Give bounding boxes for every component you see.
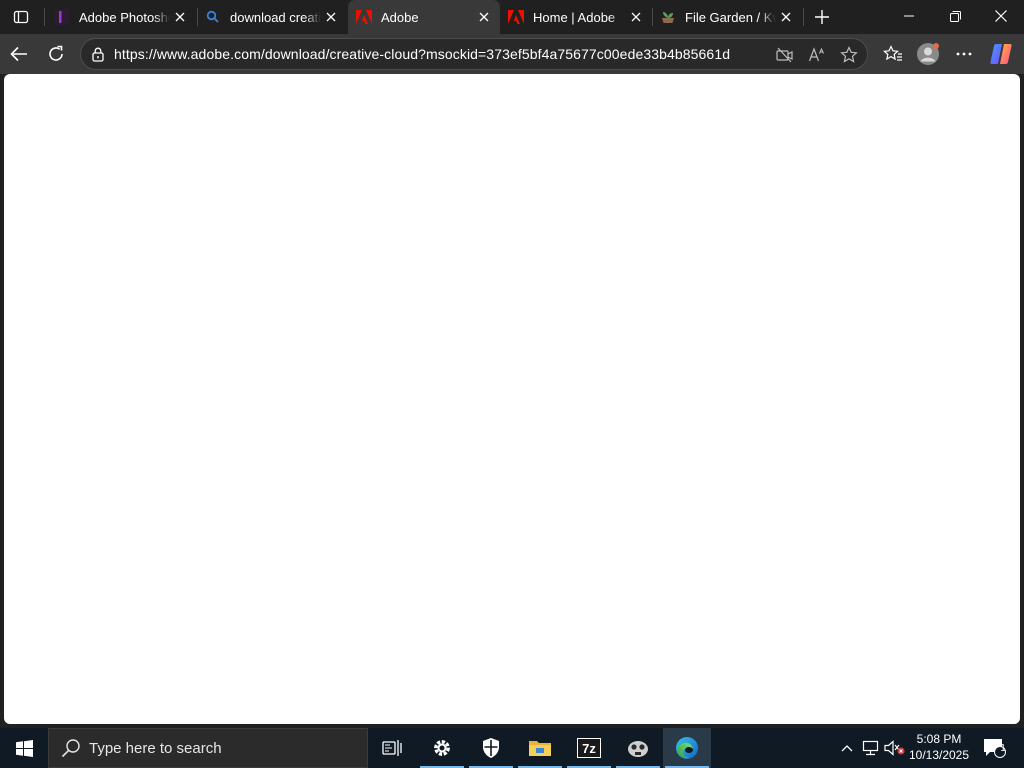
- file-garden-favicon-icon: [660, 9, 676, 25]
- read-aloud-icon[interactable]: [807, 45, 827, 65]
- search-icon: [61, 739, 80, 758]
- address-bar[interactable]: https://www.adobe.com/download/creative-…: [80, 38, 868, 70]
- 7zip-icon: 7z: [577, 738, 601, 758]
- copilot-icon: [990, 44, 1012, 64]
- more-dots-icon: [956, 52, 972, 56]
- close-icon: [781, 12, 791, 22]
- tab-close-button[interactable]: [626, 7, 646, 27]
- close-icon: [479, 12, 489, 22]
- new-tab-button[interactable]: [808, 5, 836, 29]
- avatar-icon: [917, 43, 939, 65]
- tab-title: Adobe: [381, 9, 419, 25]
- tab-adobe-active[interactable]: Adobe: [348, 0, 500, 34]
- system-clock[interactable]: 5:08 PM 10/13/2025: [906, 731, 972, 763]
- close-icon: [995, 10, 1007, 22]
- close-icon: [326, 12, 336, 22]
- tab-title: Home | Adobe: [533, 9, 616, 25]
- settings-app-button[interactable]: [418, 728, 466, 768]
- edge-icon: [676, 737, 698, 759]
- tab-title: download creative cloud: [230, 9, 321, 25]
- tab-home-adobe[interactable]: Home | Adobe: [500, 2, 652, 32]
- windows-security-icon: [483, 738, 499, 758]
- browser-toolbar: https://www.adobe.com/download/creative-…: [0, 34, 1024, 74]
- refresh-button[interactable]: [40, 38, 72, 70]
- tab-file-garden[interactable]: File Garden / Kvu: [652, 2, 802, 32]
- profile-button[interactable]: [912, 38, 944, 70]
- chevron-up-icon: [841, 745, 853, 752]
- 7zip-button[interactable]: 7z: [565, 728, 613, 768]
- settings-icon: [434, 740, 450, 756]
- search-favicon-icon: [205, 9, 221, 25]
- minimize-icon: [904, 15, 914, 17]
- network-button[interactable]: [860, 728, 882, 768]
- task-view-icon: [382, 740, 402, 756]
- taskbar: Type here to search 7z 5:08 PM 10/13/202…: [0, 728, 1024, 768]
- tab-adobe-photoshop[interactable]: Adobe Photoshop: [46, 2, 196, 32]
- task-view-button[interactable]: [368, 728, 416, 768]
- refresh-icon: [49, 45, 63, 61]
- windows-logo-icon: [15, 739, 33, 757]
- clock-time: 5:08 PM: [916, 732, 962, 746]
- minimize-button[interactable]: [886, 0, 932, 32]
- tab-close-button[interactable]: [474, 7, 494, 27]
- tab-separator: [44, 8, 45, 26]
- search-placeholder: Type here to search: [89, 739, 222, 757]
- tab-title: Adobe Photoshop: [79, 9, 170, 25]
- back-arrow-icon: [10, 46, 27, 62]
- volume-muted-icon: [884, 740, 905, 756]
- favorites-button[interactable]: [877, 38, 909, 70]
- notification-center-button[interactable]: 1: [978, 728, 1010, 768]
- sidebar-toggle-icon: [13, 10, 29, 24]
- svg-text:7z: 7z: [582, 741, 596, 756]
- tab-separator: [803, 8, 804, 26]
- close-icon: [631, 12, 641, 22]
- favorite-star-icon[interactable]: [839, 45, 859, 65]
- restore-button[interactable]: [932, 0, 978, 32]
- notification-count: 1: [1000, 743, 1006, 754]
- favorites-icon: [883, 45, 902, 61]
- show-hidden-icons-button[interactable]: [836, 728, 858, 768]
- file-explorer-icon: [529, 741, 551, 756]
- back-button[interactable]: [3, 38, 35, 70]
- photoshop-favicon-icon: [54, 9, 70, 25]
- plus-icon: [815, 10, 829, 24]
- taskbar-search-box[interactable]: Type here to search: [48, 728, 368, 768]
- start-button[interactable]: [0, 728, 48, 768]
- adobe-favicon-icon: [508, 9, 524, 25]
- copilot-button[interactable]: [985, 38, 1017, 70]
- page-content-area[interactable]: [4, 74, 1020, 724]
- close-window-button[interactable]: [978, 0, 1024, 32]
- tab-close-button[interactable]: [321, 7, 341, 27]
- tab-close-button[interactable]: [776, 7, 796, 27]
- volume-button[interactable]: [883, 728, 907, 768]
- close-icon: [175, 12, 185, 22]
- restore-icon: [949, 10, 961, 22]
- app-icon: [628, 741, 648, 757]
- tab-download-creative-cloud[interactable]: download creative cloud: [197, 2, 347, 32]
- tab-actions-button[interactable]: [8, 5, 34, 29]
- file-explorer-button[interactable]: [516, 728, 564, 768]
- app-button[interactable]: [614, 728, 662, 768]
- lock-icon[interactable]: [90, 46, 106, 62]
- settings-more-button[interactable]: [948, 38, 980, 70]
- clock-date: 10/13/2025: [908, 748, 970, 762]
- tab-close-button[interactable]: [170, 7, 190, 27]
- windows-security-button[interactable]: [467, 728, 515, 768]
- camera-blocked-icon[interactable]: [775, 45, 795, 65]
- network-icon: [862, 740, 879, 756]
- adobe-favicon-icon: [356, 9, 372, 25]
- url-text[interactable]: https://www.adobe.com/download/creative-…: [114, 46, 730, 62]
- edge-button[interactable]: [663, 728, 711, 768]
- tab-title: File Garden / Kvu: [685, 9, 776, 25]
- tab-strip: Adobe Photoshop download creative cloud …: [0, 0, 1024, 34]
